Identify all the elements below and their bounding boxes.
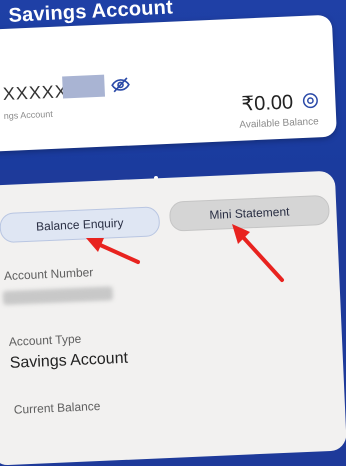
account-type-label: Account Type xyxy=(8,331,82,349)
available-balance: ₹0.00 xyxy=(241,91,294,116)
account-type-sub: ngs Account xyxy=(3,108,53,122)
account-redaction xyxy=(62,74,106,99)
balance-card: XXXXX ngs Account ₹0.00 Available Balanc… xyxy=(0,14,337,152)
account-type-value: Savings Account xyxy=(9,349,129,372)
eye-slash-icon[interactable] xyxy=(110,74,131,95)
account-details-card: Balance Enquiry Mini Statement Account N… xyxy=(0,170,346,466)
account-number-masked: XXXXX xyxy=(2,81,69,105)
available-balance-label: Available Balance xyxy=(239,116,319,131)
account-number-redacted xyxy=(2,286,114,306)
current-balance-label: Current Balance xyxy=(13,398,101,417)
refresh-icon[interactable] xyxy=(301,91,320,110)
balance-enquiry-button[interactable]: Balance Enquiry xyxy=(0,206,161,244)
mini-statement-button[interactable]: Mini Statement xyxy=(168,194,331,232)
account-number-label: Account Number xyxy=(3,265,94,284)
